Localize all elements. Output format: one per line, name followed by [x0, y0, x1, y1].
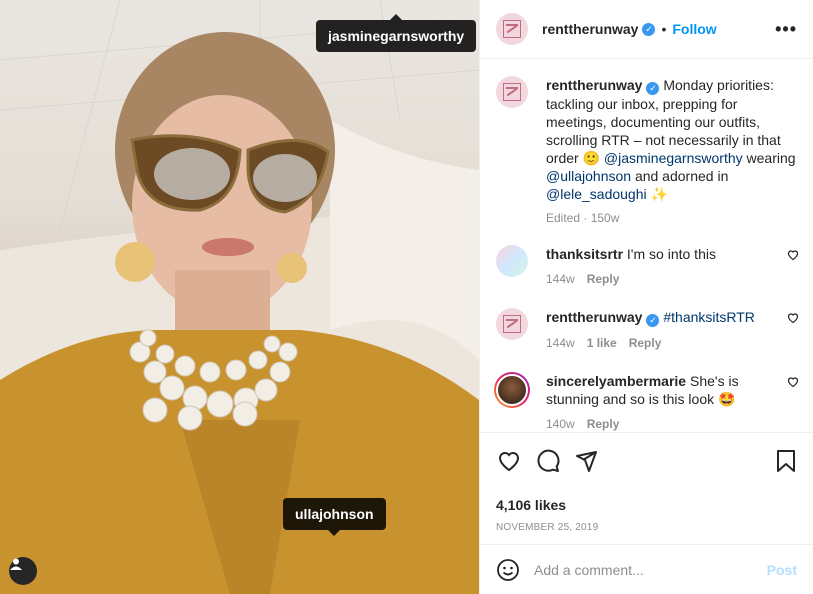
comment-item: renttherunway ✓ #thanksitsRTR 144w 1 like R… — [496, 308, 799, 350]
comment-item: sincerelyambermarie She's is stunning an… — [494, 372, 799, 431]
like-comment-heart-icon[interactable] — [787, 312, 799, 324]
photo-illustration — [0, 0, 479, 594]
caption-mid: wearing — [746, 150, 796, 166]
commenter-photo — [496, 374, 528, 406]
header-separator: • — [661, 21, 667, 37]
verified-badge-icon: ✓ — [646, 314, 660, 327]
comment-text: thanksitsrtr I'm so into this — [546, 245, 782, 263]
add-comment-bar: Add a comment... Post — [480, 544, 813, 594]
photo-tag-jasminegarnsworthy[interactable]: jasminegarnsworthy — [316, 14, 477, 52]
mention-ullajohnson[interactable]: @ullajohnson — [546, 168, 631, 184]
reply-button[interactable]: Reply — [587, 417, 620, 431]
post-photo[interactable]: jasminegarnsworthy ullajohnson — [0, 0, 479, 594]
comment-bubble-icon[interactable] — [536, 449, 560, 473]
header-username[interactable]: renttherunway — [542, 21, 638, 37]
profile-avatar[interactable] — [496, 13, 528, 45]
more-options-icon[interactable]: ••• — [775, 19, 797, 40]
mention-lele-sadoughi[interactable]: @lele_sadoughi — [546, 186, 647, 202]
like-comment-heart-icon[interactable] — [787, 249, 799, 261]
likes-count[interactable]: 4,106 likes — [496, 497, 797, 513]
hashtag-link[interactable]: #thanksitsRTR — [663, 309, 755, 325]
caption-mid2: and adorned in — [634, 168, 729, 184]
comment-time[interactable]: 144w — [546, 272, 575, 286]
like-comment-heart-icon[interactable] — [787, 376, 799, 388]
comment-item: thanksitsrtr I'm so into this 144w Reply — [496, 245, 799, 286]
comment-likes[interactable]: 1 like — [587, 336, 617, 350]
comment-meta: 144w 1 like Reply — [546, 336, 782, 350]
post-date[interactable]: NOVEMBER 25, 2019 — [496, 522, 797, 533]
user-icon — [10, 558, 22, 570]
comment-username[interactable]: sincerelyambermarie — [546, 373, 686, 389]
follow-button[interactable]: Follow — [672, 21, 716, 37]
post-actions: 4,106 likes NOVEMBER 25, 2019 — [480, 432, 813, 533]
comment-time[interactable]: 144w — [546, 336, 575, 350]
rtr-logo-icon — [503, 20, 521, 38]
comment-time[interactable]: 140w — [546, 417, 575, 431]
rtr-logo-icon — [503, 83, 521, 101]
photo-tag-ullajohnson[interactable]: ullajohnson — [283, 498, 386, 536]
rtr-logo-icon — [503, 315, 521, 333]
like-heart-icon[interactable] — [496, 449, 522, 473]
comment-username[interactable]: renttherunway — [546, 309, 642, 325]
caption: renttherunway ✓ Monday priorities: tackli… — [496, 76, 797, 225]
action-icons — [496, 447, 797, 475]
caption-username[interactable]: renttherunway — [546, 77, 642, 93]
commenter-avatar[interactable] — [496, 245, 528, 277]
caption-avatar[interactable] — [496, 76, 528, 108]
verified-badge-icon: ✓ — [646, 82, 660, 95]
caption-text: renttherunway ✓ Monday priorities: tackli… — [546, 76, 796, 203]
reply-button[interactable]: Reply — [587, 272, 620, 286]
comment-body: I'm so into this — [626, 246, 716, 262]
post-comment-button[interactable]: Post — [767, 562, 797, 578]
commenter-avatar[interactable] — [496, 308, 528, 340]
comment-meta: 140w Reply — [546, 417, 782, 431]
post-details-panel: renttherunway ✓ • Follow ••• renttherunw… — [479, 0, 813, 594]
comment-text: sincerelyambermarie She's is stunning an… — [546, 372, 782, 408]
tagged-users-button[interactable] — [9, 557, 37, 585]
post-header: renttherunway ✓ • Follow ••• — [480, 0, 813, 59]
share-paper-plane-icon[interactable] — [574, 449, 598, 473]
verified-badge-icon: ✓ — [642, 22, 656, 36]
emoji-smiley-icon[interactable] — [496, 558, 520, 582]
comment-meta: 144w Reply — [546, 272, 782, 286]
mention-jasminegarnsworthy[interactable]: @jasminegarnsworthy — [604, 150, 743, 166]
caption-meta: Edited · 150w — [546, 211, 620, 225]
comment-username[interactable]: thanksitsrtr — [546, 246, 623, 262]
comments-list[interactable]: renttherunway ✓ Monday priorities: tackli… — [480, 60, 813, 432]
commenter-avatar-story-ring[interactable] — [494, 372, 530, 408]
save-bookmark-icon[interactable] — [775, 449, 797, 473]
comment-text: renttherunway ✓ #thanksitsRTR — [546, 308, 782, 327]
comment-input[interactable]: Add a comment... — [534, 562, 767, 578]
reply-button[interactable]: Reply — [629, 336, 662, 350]
caption-emoji: ✨ — [650, 186, 668, 202]
